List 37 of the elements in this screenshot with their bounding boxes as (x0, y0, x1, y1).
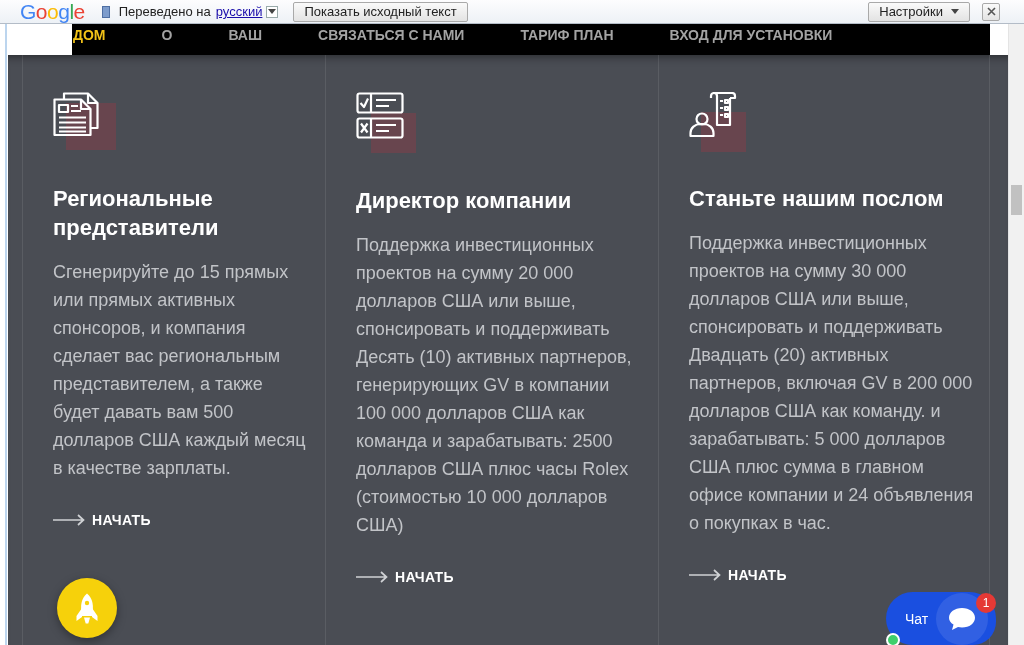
card-title: Региональные представители (53, 185, 220, 242)
close-button[interactable] (982, 2, 1000, 21)
card-title: Директор компании (356, 187, 573, 215)
show-original-button[interactable]: Показать исходный текст (293, 1, 468, 22)
card-text: Поддержка инвестиционных проектов на сумму 20 000 долларов США или выше, спонсировать и поддерживать Десять (10) активных партнеров, генерирующих GV в компании 100 000 долларов США как команда и зарабатывать: 2500 долларов США плюс часы Rolex (стоимостью 10 000 долларов США) (356, 234, 633, 537)
logo: Google (20, 0, 85, 23)
start-link[interactable]: НАЧАТЬ (689, 567, 787, 583)
language-link[interactable]: русский (215, 4, 263, 19)
arrow-icon (689, 569, 721, 581)
nav-link[interactable]: ТАРИФ ПЛАН (520, 27, 614, 44)
translated-to-label: Переведено на (118, 4, 211, 19)
nav-link[interactable]: ВХОД ДЛЯ УСТАНОВКИ (669, 27, 833, 44)
card-title: Станьте нашим послом (689, 185, 945, 213)
language-dropdown-button[interactable] (266, 5, 279, 18)
start-link[interactable]: НАЧАТЬ (356, 569, 454, 585)
caret-icon (268, 9, 277, 14)
tile-icon (101, 5, 110, 18)
notification-badge: 1 (976, 593, 996, 613)
arrow-icon (356, 571, 388, 583)
nav-link[interactable]: ВАШ (228, 27, 262, 44)
arrow-icon (53, 514, 85, 526)
person-document-icon (689, 92, 747, 152)
chat-bubble-icon (936, 592, 989, 645)
close-icon (986, 7, 996, 16)
rocket-icon (75, 592, 99, 624)
chat-button[interactable]: Чат 1 (886, 592, 996, 645)
nav-link[interactable]: О (161, 27, 173, 44)
scrollbar[interactable] (1008, 24, 1024, 645)
nav-link[interactable]: ДОМ (73, 27, 106, 44)
checklist-icon (356, 92, 418, 154)
card-text: Сгенерируйте до 15 прямых или прямых активных спонсоров, и компания сделает вас региональным представителем, а также будет давать вам 500 долларов США каждый месяц в качестве зарплаты. (53, 261, 307, 480)
nav-link[interactable]: СВЯЗАТЬСЯ С НАМИ (318, 27, 465, 44)
documents-icon (53, 92, 117, 152)
caret-icon (951, 9, 959, 14)
settings-button[interactable]: Настройки (868, 1, 970, 22)
start-link[interactable]: НАЧАТЬ (53, 512, 151, 528)
card-text: Поддержка инвестиционных проектов на сумму 30 000 долларов США или выше, спонсировать и поддерживать Двадцать (20) активных партнеров, включая GV в 200 000 долларов США как команду. и зарабатывать: 5 000 долларов США плюс сумма в главном офисе компании и 24 объявления о покупках в час. (689, 232, 975, 535)
